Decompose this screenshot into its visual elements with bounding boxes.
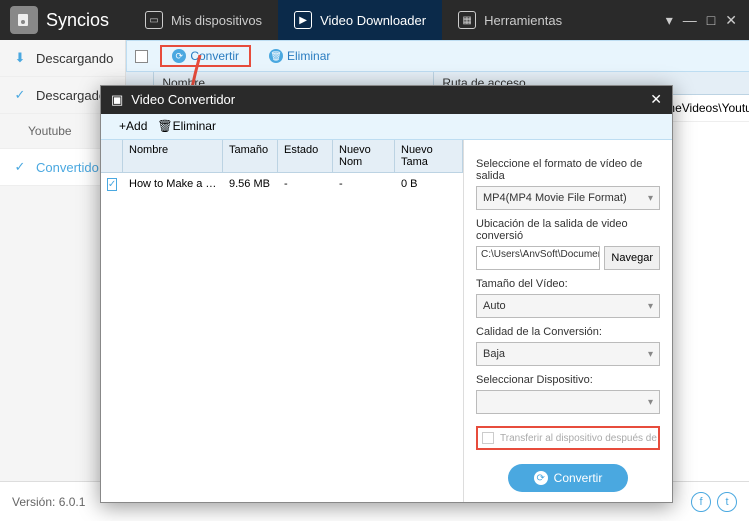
modal-headers: Nombre Tamaño Estado Nuevo Nom Nuevo Tam… xyxy=(101,140,463,173)
device-select[interactable] xyxy=(476,390,660,414)
quality-select[interactable]: Baja xyxy=(476,342,660,366)
refresh-icon: ⟳ xyxy=(172,49,186,63)
tab-tools-label: Herramientas xyxy=(484,13,562,28)
modal-convert-label: Convertir xyxy=(554,471,603,485)
browse-button[interactable]: Navegar xyxy=(604,246,660,270)
mheader-size[interactable]: Tamaño xyxy=(223,140,278,172)
device-label: Seleccionar Dispositivo: xyxy=(476,374,660,386)
modal-icon: ▣ xyxy=(111,92,123,108)
output-label: Ubicación de la salida de video conversi… xyxy=(476,218,660,242)
convert-button[interactable]: ⟳ Convertir xyxy=(166,47,245,65)
modal-row-size: 9.56 MB xyxy=(223,176,278,193)
download-icon: ⬇ xyxy=(12,50,28,66)
convert-highlight: ⟳ Convertir xyxy=(160,45,251,67)
minimize-icon[interactable]: — xyxy=(683,12,697,28)
close-icon[interactable]: ✕ xyxy=(725,12,737,29)
social-links: f t xyxy=(691,492,737,512)
tab-devices[interactable]: ▭ Mis dispositivos xyxy=(129,0,278,40)
modal-toolbar: +Add 🗑Eliminar xyxy=(101,114,672,140)
mheader-status[interactable]: Estado xyxy=(278,140,333,172)
window-controls: ▾ — □ ✕ xyxy=(666,12,749,29)
device-icon: ▭ xyxy=(145,11,163,29)
content-toolbar: ⟳ Convertir 🗑 Eliminar xyxy=(126,40,749,72)
maximize-icon[interactable]: □ xyxy=(707,12,715,28)
modal-file-list: Nombre Tamaño Estado Nuevo Nom Nuevo Tam… xyxy=(101,140,464,502)
trash-icon: 🗑 xyxy=(269,49,283,63)
tab-devices-label: Mis dispositivos xyxy=(171,13,262,28)
quality-value: Baja xyxy=(483,348,505,360)
main-tabs: ▭ Mis dispositivos ▶ Video Downloader ▦ Her… xyxy=(129,0,578,40)
modal-body: Nombre Tamaño Estado Nuevo Nom Nuevo Tam… xyxy=(101,140,672,502)
sidebar-item-label: Convertido xyxy=(36,160,99,175)
menu-icon[interactable]: ▾ xyxy=(666,12,673,29)
modal-row-newsize: 0 B xyxy=(395,176,463,193)
modal-add-button[interactable]: +Add xyxy=(119,119,147,133)
convert-label: Convertir xyxy=(190,49,239,63)
grid-icon: ▦ xyxy=(458,11,476,29)
modal-row[interactable]: ✓ How to Make a Gi... 9.56 MB - - 0 B xyxy=(101,173,463,196)
mheader-newsize[interactable]: Nuevo Tama xyxy=(395,140,463,172)
modal-row-checkbox[interactable]: ✓ xyxy=(107,178,117,191)
sidebar-item-label: Descargado xyxy=(36,88,106,103)
facebook-icon[interactable]: f xyxy=(691,492,711,512)
transfer-checkbox[interactable] xyxy=(482,432,494,444)
tab-downloader[interactable]: ▶ Video Downloader xyxy=(278,0,442,40)
app-logo-icon xyxy=(10,6,38,34)
mheader-chk xyxy=(101,140,123,172)
mheader-newname[interactable]: Nuevo Nom xyxy=(333,140,395,172)
title-bar: Syncios ▭ Mis dispositivos ▶ Video Downloa… xyxy=(0,0,749,40)
tab-downloader-label: Video Downloader xyxy=(320,13,426,28)
format-value: MP4(MP4 Movie File Format) xyxy=(483,192,627,204)
format-select[interactable]: MP4(MP4 Movie File Format) xyxy=(476,186,660,210)
sidebar-item-label: Descargando xyxy=(36,51,113,66)
sidebar-item-label: Youtube xyxy=(28,124,72,138)
check-icon: ✓ xyxy=(12,87,28,103)
play-icon: ▶ xyxy=(294,11,312,29)
app-name: Syncios xyxy=(46,10,109,31)
modal-convert-button[interactable]: ⟳ Convertir xyxy=(508,464,628,492)
delete-label: Eliminar xyxy=(287,49,330,63)
modal-delete-label: Eliminar xyxy=(173,119,216,133)
quality-label: Calidad de la Conversión: xyxy=(476,326,660,338)
select-all-checkbox[interactable] xyxy=(135,50,148,63)
modal-settings-panel: Seleccione el formato de vídeo de salida… xyxy=(464,140,672,502)
modal-titlebar: ▣ Video Convertidor ✕ xyxy=(101,86,672,114)
plus-icon: + xyxy=(119,119,126,133)
modal-add-label: Add xyxy=(126,119,147,133)
mheader-name[interactable]: Nombre xyxy=(123,140,223,172)
output-path-field[interactable]: C:\Users\AnvSoft\Documents xyxy=(476,246,600,270)
modal-row-newname: - xyxy=(333,176,395,193)
transfer-label: Transferir al dispositivo después de la … xyxy=(500,433,660,444)
size-value: Auto xyxy=(483,300,506,312)
size-label: Tamaño del Vídeo: xyxy=(476,278,660,290)
size-select[interactable]: Auto xyxy=(476,294,660,318)
format-label: Seleccione el formato de vídeo de salida xyxy=(476,158,660,182)
modal-delete-button[interactable]: 🗑Eliminar xyxy=(157,119,216,133)
video-converter-modal: ▣ Video Convertidor ✕ +Add 🗑Eliminar Nom… xyxy=(100,85,673,503)
sidebar-item-downloading[interactable]: ⬇ Descargando xyxy=(0,40,125,77)
twitter-icon[interactable]: t xyxy=(717,492,737,512)
modal-row-status: - xyxy=(278,176,333,193)
trash-icon: 🗑 xyxy=(157,119,172,133)
version-label: Versión: 6.0.1 xyxy=(12,495,85,509)
tab-tools[interactable]: ▦ Herramientas xyxy=(442,0,578,40)
modal-close-icon[interactable]: ✕ xyxy=(650,91,662,108)
modal-row-name: How to Make a Gi... xyxy=(123,176,223,193)
delete-button[interactable]: 🗑 Eliminar xyxy=(263,47,336,65)
convert-icon: ⟳ xyxy=(534,471,548,485)
modal-title-text: Video Convertidor xyxy=(131,92,235,107)
transfer-checkbox-row[interactable]: Transferir al dispositivo después de la … xyxy=(476,426,660,450)
check-circle-icon: ✓ xyxy=(12,159,28,175)
